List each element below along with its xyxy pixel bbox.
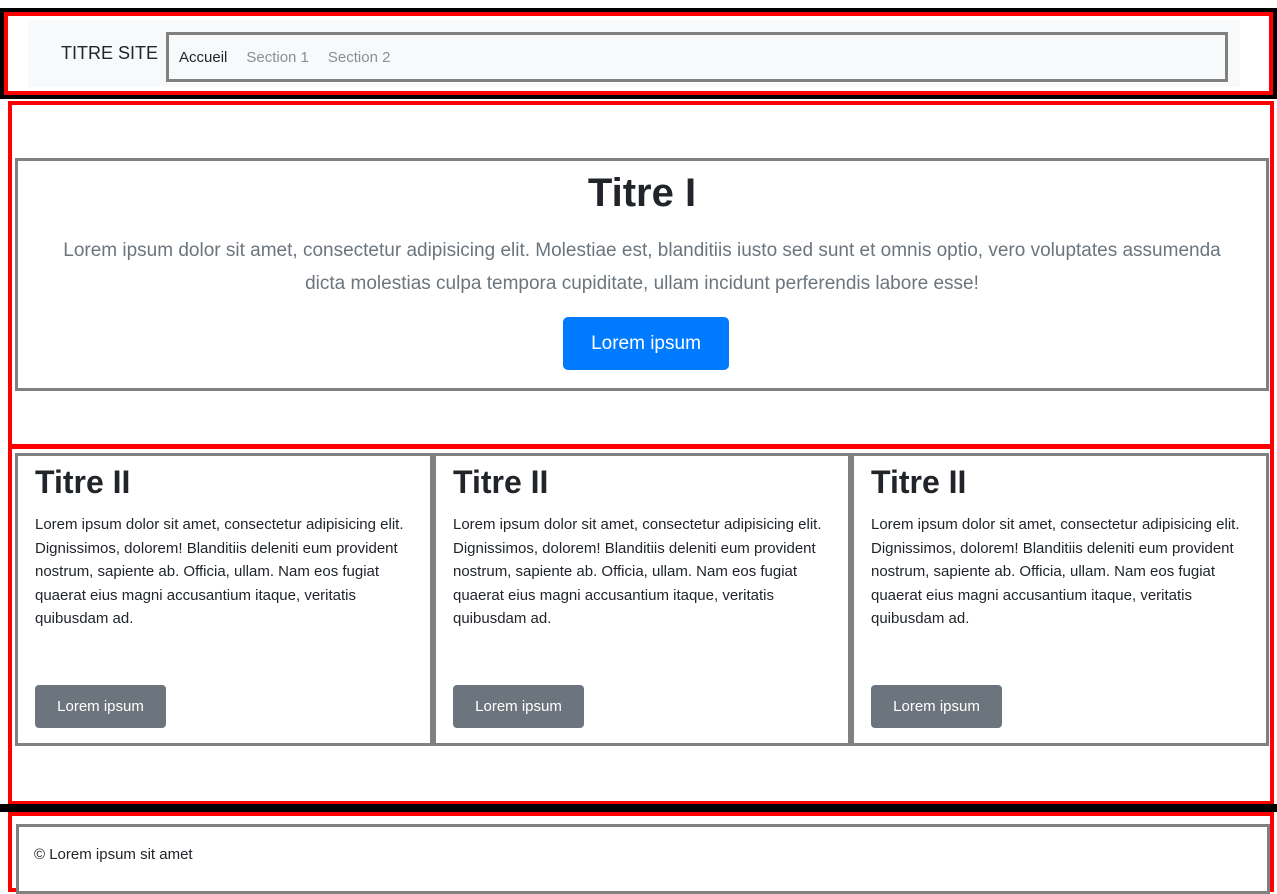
card-title: Titre II	[871, 464, 967, 500]
card-title: Titre II	[35, 464, 131, 500]
footer: © Lorem ipsum sit amet	[8, 812, 1274, 894]
hero-button[interactable]: Lorem ipsum	[563, 317, 729, 370]
hero-jumbotron: Titre I Lorem ipsum dolor sit amet, cons…	[15, 158, 1269, 391]
card-text: Lorem ipsum dolor sit amet, consectetur …	[35, 516, 404, 627]
footer-container: © Lorem ipsum sit amet	[16, 824, 1270, 894]
footer-divider	[0, 804, 1277, 812]
card-text: Lorem ipsum dolor sit amet, consectetur …	[871, 516, 1240, 627]
card-2: Titre II Lorem ipsum dolor sit amet, con…	[433, 453, 851, 746]
card-button[interactable]: Lorem ipsum	[35, 685, 166, 728]
nav-link-section-1[interactable]: Section 1	[246, 49, 309, 66]
navbar: TITRE SITE Accueil Section 1 Section 2	[28, 20, 1240, 87]
nav-link-section-2[interactable]: Section 2	[328, 49, 391, 66]
cards-row: Titre II Lorem ipsum dolor sit amet, con…	[15, 453, 1269, 746]
card-button[interactable]: Lorem ipsum	[453, 685, 584, 728]
hero-title: Titre I	[587, 171, 697, 215]
card-text: Lorem ipsum dolor sit amet, consectetur …	[453, 516, 822, 627]
card-3: Titre II Lorem ipsum dolor sit amet, con…	[851, 453, 1269, 746]
site-brand[interactable]: TITRE SITE	[61, 20, 158, 87]
card-1: Titre II Lorem ipsum dolor sit amet, con…	[15, 453, 433, 746]
nav-links: Accueil Section 1 Section 2	[166, 32, 1228, 82]
card-button[interactable]: Lorem ipsum	[871, 685, 1002, 728]
footer-copyright: © Lorem ipsum sit amet	[34, 846, 193, 863]
card-title: Titre II	[453, 464, 549, 500]
nav-link-accueil[interactable]: Accueil	[179, 49, 227, 66]
hero-lead-text: Lorem ipsum dolor sit amet, consectetur …	[63, 240, 1221, 294]
header-outline: TITRE SITE Accueil Section 1 Section 2	[0, 8, 1277, 99]
header: TITRE SITE Accueil Section 1 Section 2	[4, 12, 1273, 95]
cards-section: Titre II Lorem ipsum dolor sit amet, con…	[8, 445, 1274, 805]
hero-section: Titre I Lorem ipsum dolor sit amet, cons…	[8, 101, 1274, 448]
